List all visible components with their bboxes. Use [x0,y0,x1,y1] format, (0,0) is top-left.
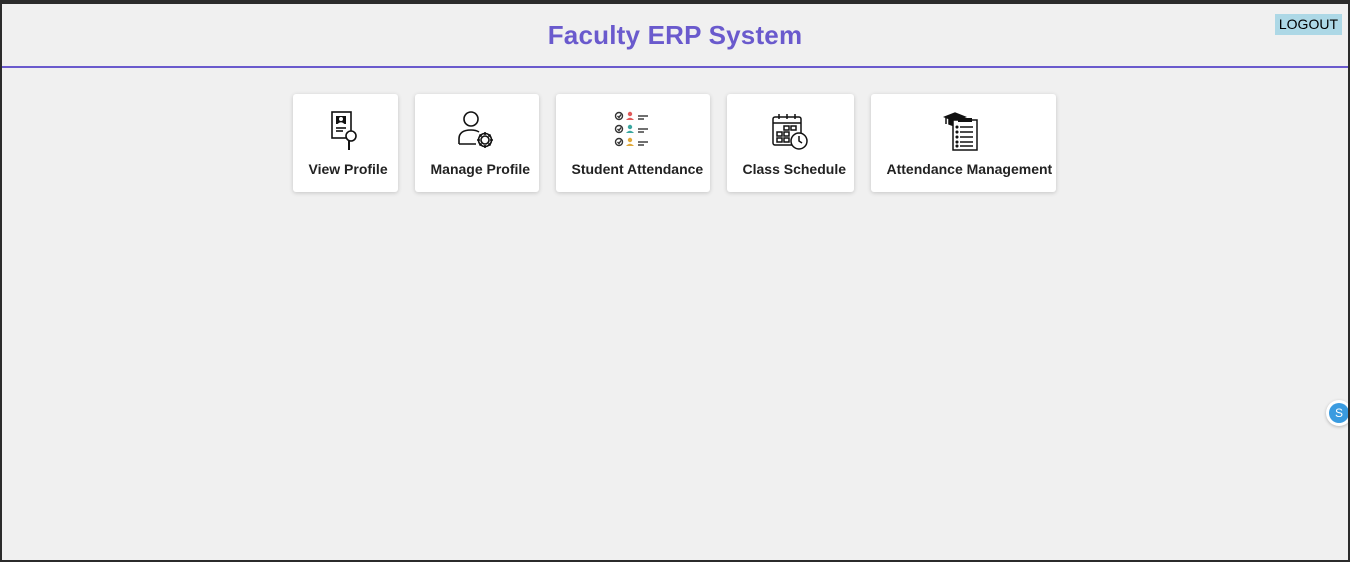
page-title: Faculty ERP System [547,20,803,50]
calendar-clock-icon [743,108,838,152]
card-label: View Profile [308,161,388,177]
card-label: Attendance Management [886,161,1053,177]
student-attendance-card[interactable]: Student Attendance [555,94,710,192]
floating-widget-button[interactable]: S [1326,400,1348,426]
graduation-cap-clipboard-icon [887,108,1040,152]
card-label: Manage Profile [430,161,531,177]
card-label: Class Schedule [742,161,847,177]
attendance-checklist-icon [572,108,694,152]
widget-letter: S [1329,403,1348,423]
class-schedule-card[interactable]: Class Schedule [726,94,854,192]
page-header: Faculty ERP System LOGOUT [2,4,1348,68]
user-gear-icon [431,108,523,152]
card-label: Student Attendance [571,161,704,177]
logout-button[interactable]: LOGOUT [1274,14,1342,35]
dashboard-cards: View Profile Manage Profile Student Atte… [2,94,1347,192]
attendance-management-card[interactable]: Attendance Management [870,94,1056,192]
view-profile-card[interactable]: View Profile [292,94,398,192]
manage-profile-card[interactable]: Manage Profile [414,94,539,192]
app-viewport: Faculty ERP System LOGOUT View Profile M… [2,4,1348,560]
profile-document-magnifier-icon [309,108,382,152]
